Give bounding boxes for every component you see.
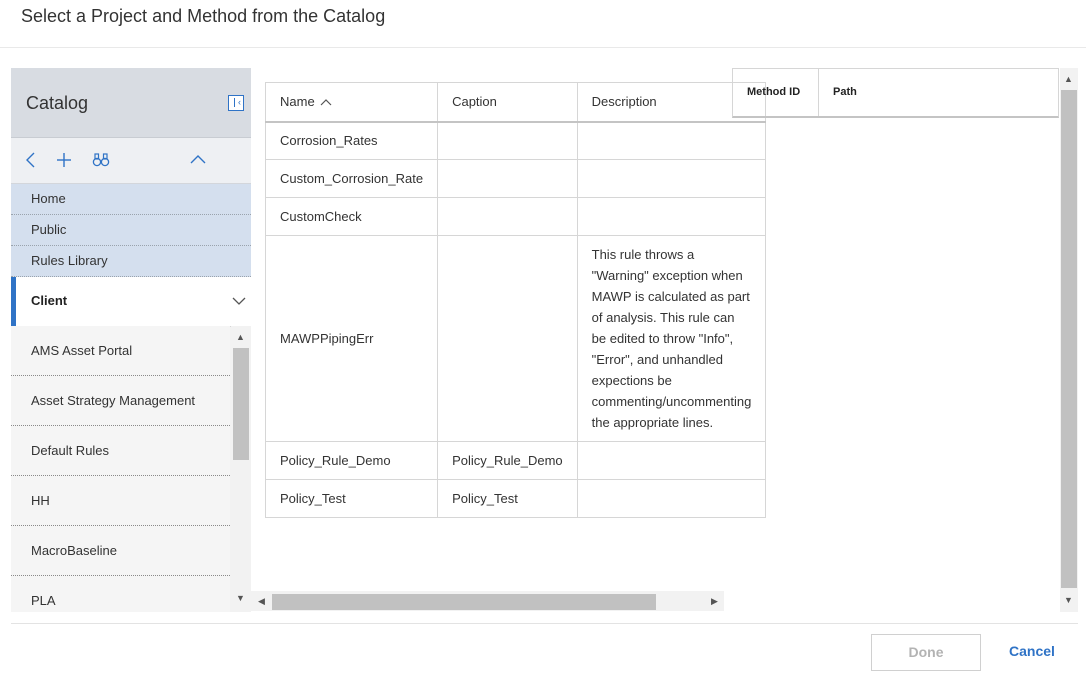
cell-name: Corrosion_Rates bbox=[264, 121, 439, 160]
catalog-selected-folder[interactable]: Client bbox=[11, 277, 251, 327]
grid-horizontal-scrollbar[interactable]: ◀ ▶ bbox=[251, 591, 724, 611]
title-divider bbox=[0, 47, 1086, 48]
cell-name: Policy_Test bbox=[264, 479, 439, 518]
catalog-item[interactable]: Asset Strategy Management bbox=[11, 376, 230, 426]
scroll-up-icon[interactable]: ▲ bbox=[236, 332, 245, 342]
cell-description bbox=[576, 479, 767, 518]
column-header-name[interactable]: Name bbox=[264, 82, 439, 123]
cell-description bbox=[576, 159, 767, 198]
cell-name: Custom_Corrosion_Rate bbox=[264, 159, 439, 198]
cell-caption bbox=[437, 235, 578, 442]
catalog-item[interactable]: AMS Asset Portal bbox=[11, 326, 230, 376]
cell-name: CustomCheck bbox=[264, 197, 439, 236]
cell-name: MAWPPipingErr bbox=[264, 235, 439, 442]
catalog-item[interactable]: Default Rules bbox=[11, 426, 230, 476]
catalog-panel: Catalog ‹ Home Public Rules Library Clie… bbox=[11, 68, 251, 612]
cell-description bbox=[576, 121, 767, 160]
table-row[interactable]: Custom_Corrosion_Rate bbox=[264, 159, 767, 198]
rules-grid: Name Caption Description Corrosion_Rates… bbox=[264, 82, 767, 518]
cell-caption bbox=[437, 121, 578, 160]
catalog-toolbar bbox=[11, 138, 251, 184]
scroll-up-icon[interactable]: ▲ bbox=[1064, 74, 1073, 84]
table-row[interactable]: Policy_Test Policy_Test bbox=[264, 479, 767, 518]
table-row[interactable]: CustomCheck bbox=[264, 197, 767, 236]
cell-name: Policy_Rule_Demo bbox=[264, 441, 439, 480]
table-row[interactable]: MAWPPipingErr This rule throws a "Warnin… bbox=[264, 235, 767, 442]
table-row[interactable]: Corrosion_Rates bbox=[264, 121, 767, 160]
breadcrumb-public[interactable]: Public bbox=[11, 215, 251, 246]
cell-caption: Policy_Test bbox=[437, 479, 578, 518]
cell-caption bbox=[437, 197, 578, 236]
column-name-label: Name bbox=[280, 94, 315, 110]
catalog-item[interactable]: PLA bbox=[11, 576, 230, 612]
scroll-right-icon[interactable]: ▶ bbox=[711, 596, 718, 607]
column-header-caption[interactable]: Caption bbox=[437, 82, 578, 123]
sort-ascending-icon[interactable] bbox=[320, 98, 332, 106]
done-button[interactable]: Done bbox=[871, 634, 981, 671]
methods-scroll-thumb[interactable] bbox=[1061, 90, 1077, 588]
cell-description bbox=[576, 197, 767, 236]
cancel-button[interactable]: Cancel bbox=[1000, 634, 1064, 671]
catalog-title: Catalog bbox=[26, 93, 89, 113]
back-icon[interactable] bbox=[21, 150, 41, 170]
methods-grid: Method ID Path bbox=[732, 68, 1059, 118]
breadcrumb-home[interactable]: Home bbox=[11, 184, 251, 215]
catalog-scroll-thumb[interactable] bbox=[233, 348, 249, 460]
methods-scrollbar[interactable]: ▲ ▼ bbox=[1060, 68, 1078, 612]
footer-divider bbox=[11, 623, 1078, 624]
binoculars-icon[interactable] bbox=[91, 150, 111, 170]
catalog-list: AMS Asset Portal Asset Strategy Manageme… bbox=[11, 326, 230, 612]
cell-caption bbox=[437, 159, 578, 198]
catalog-header: Catalog ‹ bbox=[11, 68, 251, 138]
dialog-title: Select a Project and Method from the Cat… bbox=[21, 6, 386, 26]
grid-scroll-thumb[interactable] bbox=[272, 594, 656, 610]
methods-grid-header: Method ID Path bbox=[732, 68, 1059, 118]
chevron-up-icon[interactable] bbox=[188, 150, 208, 170]
column-header-path[interactable]: Path bbox=[819, 69, 857, 116]
catalog-item[interactable]: HH bbox=[11, 476, 230, 526]
cell-description: This rule throws a "Warning" exception w… bbox=[576, 235, 767, 442]
cell-caption: Policy_Rule_Demo bbox=[437, 441, 578, 480]
add-icon[interactable] bbox=[54, 150, 74, 170]
collapse-panel-icon[interactable]: ‹ bbox=[228, 95, 244, 111]
scroll-down-icon[interactable]: ▼ bbox=[1064, 595, 1073, 605]
cell-description bbox=[576, 441, 767, 480]
column-header-method-id[interactable]: Method ID bbox=[733, 69, 819, 116]
table-row[interactable]: Policy_Rule_Demo Policy_Rule_Demo bbox=[264, 441, 767, 480]
chevron-down-icon[interactable] bbox=[232, 296, 246, 306]
catalog-scrollbar[interactable]: ▲ ▼ bbox=[231, 326, 251, 612]
scroll-down-icon[interactable]: ▼ bbox=[236, 593, 245, 603]
scroll-left-icon[interactable]: ◀ bbox=[258, 596, 265, 607]
breadcrumb-rules-library[interactable]: Rules Library bbox=[11, 246, 251, 277]
catalog-item[interactable]: MacroBaseline bbox=[11, 526, 230, 576]
selected-folder-label: Client bbox=[31, 293, 68, 308]
